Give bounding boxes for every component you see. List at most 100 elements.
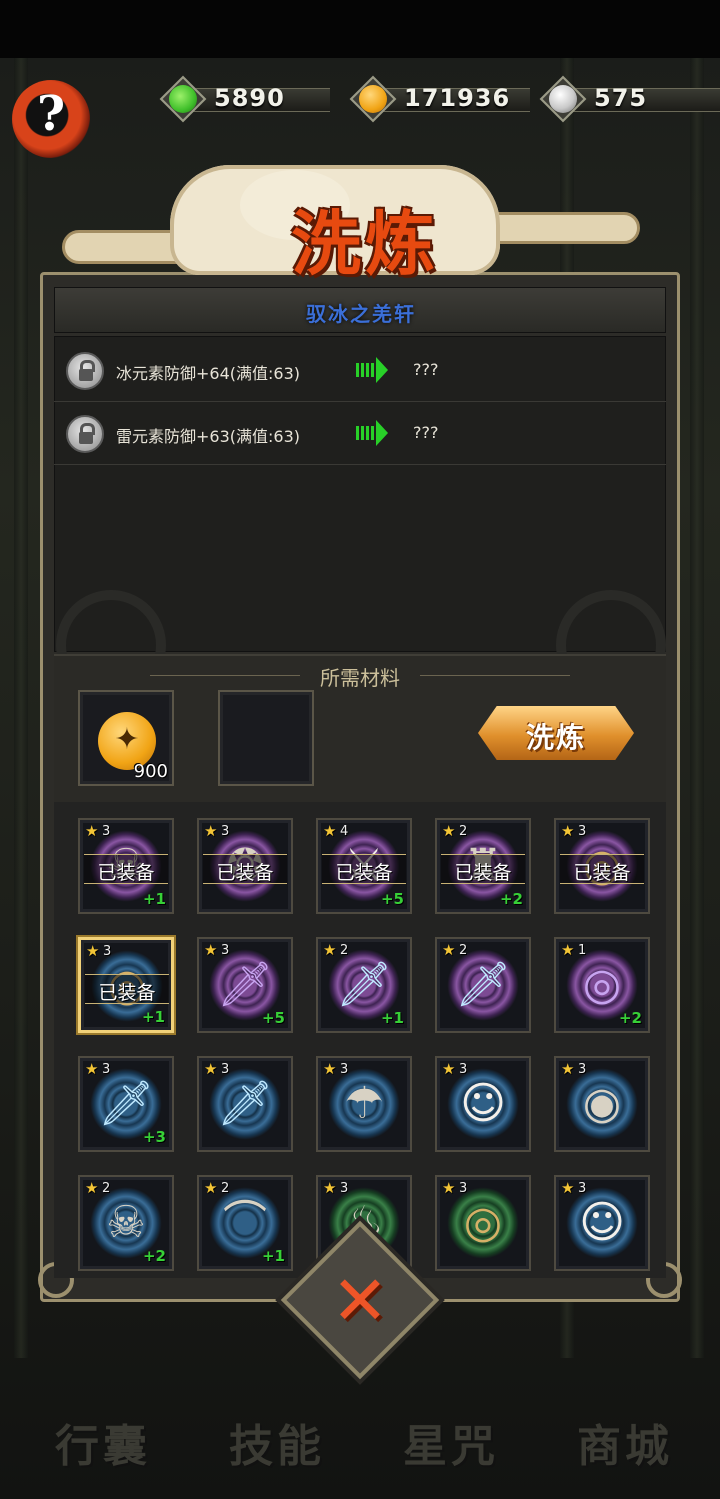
nav-label: 技能	[229, 1421, 325, 1472]
lock-icon[interactable]	[66, 352, 104, 390]
enhance-level: +1	[261, 1247, 285, 1265]
orb-necklace-icon: ◉	[582, 1078, 622, 1129]
nav-label: 商城	[577, 1421, 673, 1472]
close-icon[interactable]: ✕	[304, 1262, 416, 1341]
nav-label: 行囊	[55, 1421, 151, 1472]
star-count: 3	[459, 1062, 468, 1077]
star-icon: ★	[561, 941, 575, 959]
star-icon: ★	[561, 1060, 575, 1078]
star-icon: ★	[442, 822, 456, 840]
star-icon: ★	[204, 1179, 218, 1197]
star-count: 3	[578, 824, 587, 839]
star-icon: ★	[561, 1179, 575, 1197]
enhance-level: +1	[380, 1009, 404, 1027]
enhance-level: +5	[380, 890, 404, 908]
equipped-label: 已装备	[335, 862, 393, 884]
attribute-next: ???	[413, 360, 439, 379]
jade-value: 5890	[214, 84, 285, 112]
star-count: 3	[102, 824, 111, 839]
attribute-row: 冰元素防御+64(满值:63) ???	[54, 339, 666, 402]
silver-value: 575	[594, 84, 648, 112]
star-count: 3	[102, 1062, 111, 1077]
inventory-item[interactable]: 🗡 ★ 2	[435, 937, 531, 1033]
inventory-item[interactable]: ◎ ★ 3	[435, 1175, 531, 1271]
inventory-item[interactable]: ◉ ★ 3	[554, 1056, 650, 1152]
star-icon: ★	[323, 1179, 337, 1197]
star-icon: ★	[86, 942, 100, 960]
arrow-right-icon	[356, 420, 388, 446]
enhance-level: +1	[142, 890, 166, 908]
star-count: 3	[103, 944, 112, 959]
star-icon: ★	[442, 1060, 456, 1078]
skull-mask-icon: ☠	[106, 1197, 146, 1248]
nav-bag[interactable]: 行囊	[18, 1370, 188, 1472]
help-button[interactable]: ?	[12, 80, 90, 158]
inventory-item[interactable]: ⌒ ★ 2 +1	[197, 1175, 293, 1271]
hat-icon: ☂	[344, 1078, 384, 1129]
enhance-level: +2	[499, 890, 523, 908]
equipped-badge: 已装备	[441, 854, 525, 884]
page-title: 洗炼	[291, 202, 439, 285]
equipped-label: 已装备	[97, 862, 155, 884]
enhance-level: +2	[142, 1247, 166, 1265]
star-icon: ★	[561, 822, 575, 840]
star-icon: ★	[323, 1060, 337, 1078]
lock-icon[interactable]	[66, 415, 104, 453]
inventory-item[interactable]: ☠ ★ 2 +2	[78, 1175, 174, 1271]
inventory-item[interactable]: ⚔★4已装备+5	[316, 818, 412, 914]
jade-sword-icon: 🗡	[98, 1078, 154, 1129]
star-icon: ★	[85, 1060, 99, 1078]
inventory-item[interactable]: ♜★2已装备+2	[435, 818, 531, 914]
star-icon: ★	[323, 941, 337, 959]
star-count: 3	[578, 1062, 587, 1077]
enhance-level: +1	[141, 1008, 165, 1026]
equipped-badge: 已装备	[203, 854, 287, 884]
star-icon: ★	[442, 941, 456, 959]
attribute-current: 冰元素防御+64(满值:63)	[116, 364, 301, 383]
equipment-name: 驭冰之羌轩	[306, 302, 416, 326]
star-count: 2	[102, 1181, 111, 1196]
bamboo-decor	[14, 58, 28, 1358]
inventory-item[interactable]: 🗡 ★ 3 +3	[78, 1056, 174, 1152]
equipped-badge: 已装备	[84, 854, 168, 884]
inventory-item[interactable]: ◎ ★ 1 +2	[554, 937, 650, 1033]
inventory-item[interactable]: ☠★3已装备+1	[78, 818, 174, 914]
status-bar	[0, 0, 720, 58]
materials-label: 所需材料	[320, 666, 400, 690]
star-count: 3	[578, 1181, 587, 1196]
gold-value: 171936	[404, 84, 511, 112]
material-slot-empty[interactable]	[218, 690, 314, 786]
attribute-current: 雷元素防御+63(满值:63)	[116, 427, 301, 446]
inventory-item[interactable]: ☺ ★ 3	[435, 1056, 531, 1152]
gold-coin-icon	[359, 85, 387, 113]
help-icon: ?	[36, 86, 66, 142]
refine-button[interactable]: 洗炼	[478, 706, 634, 760]
nav-skills[interactable]: 技能	[192, 1370, 362, 1472]
refine-button-label: 洗炼	[525, 721, 586, 754]
material-slot[interactable]: 900	[78, 690, 174, 786]
inventory-item[interactable]: ◎★3已装备	[554, 818, 650, 914]
inventory-item[interactable]: ❂★3已装备	[197, 818, 293, 914]
nav-stars[interactable]: 星咒	[366, 1370, 536, 1472]
inventory-item[interactable]: ◎★3已装备+1	[78, 937, 174, 1033]
inventory-item[interactable]: ☺ ★ 3	[554, 1175, 650, 1271]
inventory-item[interactable]: 🗡 ★ 3 +5	[197, 937, 293, 1033]
star-count: 3	[221, 1062, 230, 1077]
fang-necklace-icon: ⌒	[223, 1197, 267, 1248]
star-count: 3	[221, 943, 230, 958]
star-count: 2	[459, 943, 468, 958]
enhance-level: +2	[618, 1009, 642, 1027]
star-icon: ★	[204, 941, 218, 959]
inventory-item[interactable]: 🗡 ★ 3	[197, 1056, 293, 1152]
purple-blade-icon: 🗡	[217, 959, 273, 1010]
arrow-right-icon	[356, 357, 388, 383]
inventory-item[interactable]: 🗡 ★ 2 +1	[316, 937, 412, 1033]
currency-jade: 5890	[159, 75, 340, 123]
star-icon: ★	[204, 822, 218, 840]
inventory-item[interactable]: ☂ ★ 3	[316, 1056, 412, 1152]
equipped-badge: 已装备	[85, 974, 169, 1004]
star-icon: ★	[85, 822, 99, 840]
nav-shop[interactable]: 商城	[540, 1370, 710, 1472]
star-count: 2	[340, 943, 349, 958]
equipped-label: 已装备	[98, 982, 156, 1004]
